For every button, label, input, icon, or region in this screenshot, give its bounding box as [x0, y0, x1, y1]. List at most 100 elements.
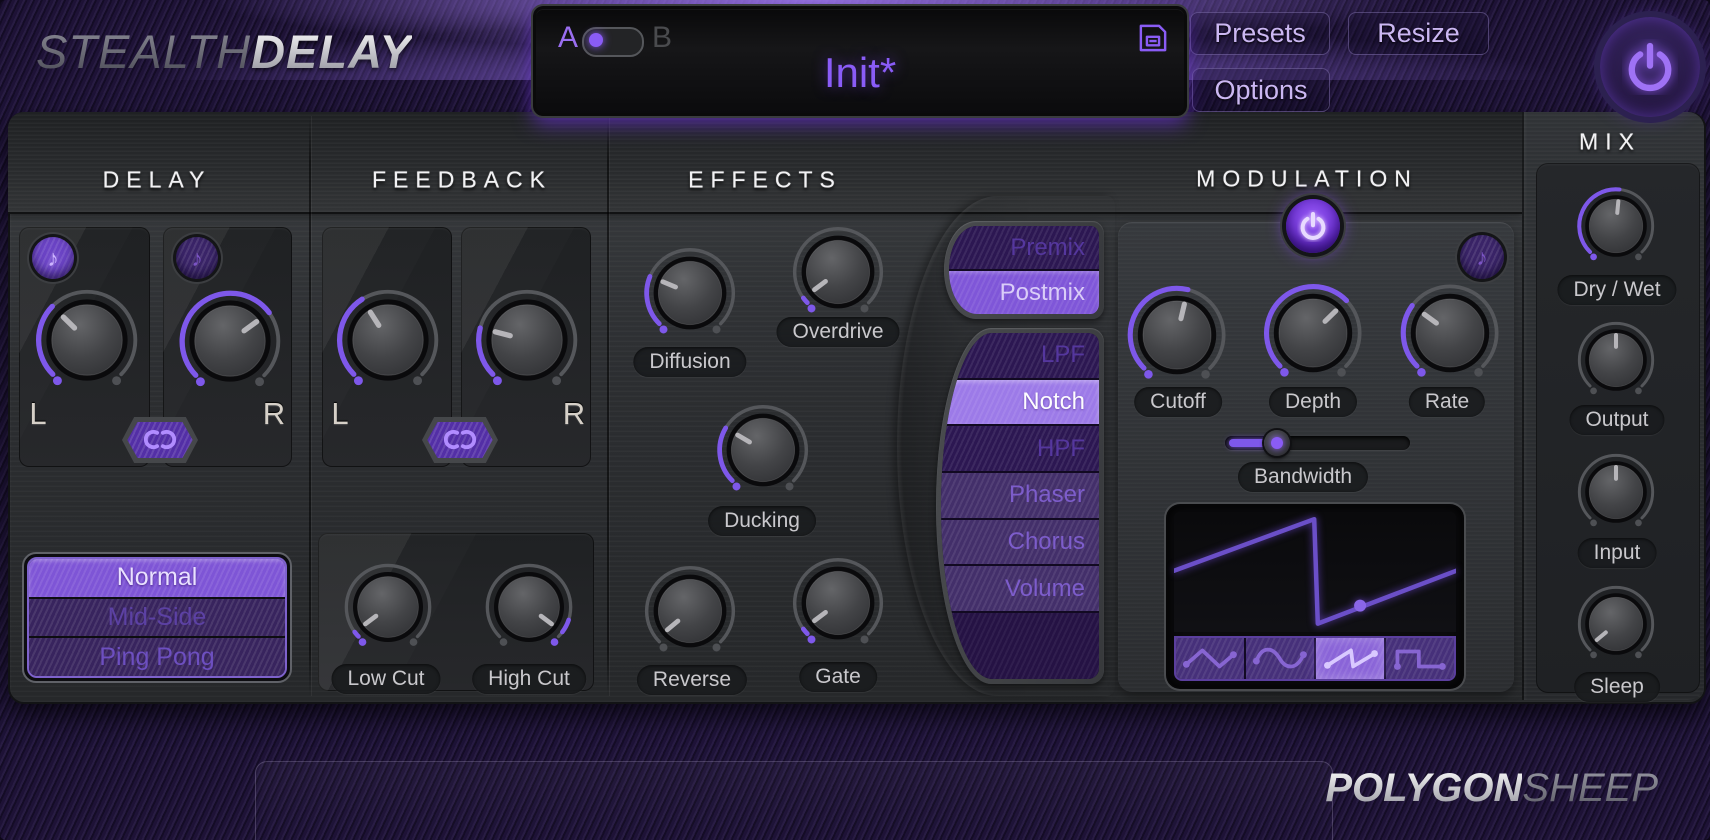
filter-type-selector: LPF Notch HPF Phaser Chorus Volume — [936, 328, 1104, 684]
ducking-label: Ducking — [708, 506, 816, 536]
filter-type-phaser[interactable]: Phaser — [941, 473, 1099, 518]
feedback-left-knob[interactable] — [330, 282, 446, 398]
output-knob[interactable] — [1572, 316, 1660, 404]
sawtooth-wave-icon — [1321, 641, 1379, 676]
modulation-section-title: MODULATION — [1196, 166, 1418, 193]
mix-stage-premix[interactable]: Premix — [949, 226, 1099, 269]
floppy-disk-icon — [1136, 21, 1170, 55]
delay-right-knob[interactable] — [172, 283, 288, 399]
diffusion-label: Diffusion — [633, 347, 746, 377]
overdrive-label: Overdrive — [776, 317, 899, 347]
ducking-knob[interactable] — [711, 398, 815, 502]
low-cut-label: Low Cut — [331, 664, 440, 694]
feedback-right-channel-label: R — [563, 396, 585, 432]
gate-label: Gate — [799, 662, 877, 692]
reverse-label: Reverse — [637, 665, 747, 695]
input-knob[interactable] — [1572, 448, 1660, 536]
high-cut-label: High Cut — [472, 664, 586, 694]
main-power-button[interactable] — [1600, 17, 1700, 117]
modulation-sync-button[interactable]: ♪ — [1460, 235, 1504, 279]
delay-right-channel-label: R — [263, 396, 285, 432]
reverse-knob[interactable] — [638, 559, 742, 663]
feedback-section-title: FEEDBACK — [372, 167, 552, 194]
lfo-shape-square[interactable] — [1386, 638, 1454, 679]
overdrive-knob[interactable] — [786, 220, 890, 324]
lfo-shape-sawtooth[interactable] — [1316, 638, 1384, 679]
delay-mode-ping-pong[interactable]: Ping Pong — [29, 638, 285, 676]
save-preset-button[interactable] — [1136, 21, 1170, 55]
eighth-note-icon: ♪ — [1476, 244, 1488, 271]
delay-left-sync-button[interactable]: ♪ — [32, 237, 74, 279]
triangle-wave-icon — [1181, 641, 1239, 676]
delay-left-knob[interactable] — [29, 282, 145, 398]
low-cut-knob[interactable] — [338, 557, 438, 657]
presets-button[interactable]: Presets — [1190, 12, 1330, 55]
ab-compare-toggle[interactable] — [582, 27, 644, 57]
lfo-shape-triangle[interactable] — [1176, 638, 1244, 679]
preset-name[interactable]: Init* — [824, 49, 896, 97]
filter-type-list: LPF Notch HPF Phaser Chorus Volume — [941, 333, 1099, 679]
footer-panel — [255, 761, 1333, 840]
lfo-waveform-display — [1174, 512, 1456, 632]
eighth-note-icon: ♪ — [47, 245, 59, 272]
app-logo: STEALTHDELAY — [36, 24, 412, 79]
lfo-shape-selector — [1174, 636, 1456, 681]
eighth-note-icon: ♪ — [191, 245, 203, 272]
delay-left-channel-label: L — [29, 396, 46, 432]
resize-button[interactable]: Resize — [1348, 12, 1489, 55]
ab-toggle-dot — [589, 33, 603, 47]
diffusion-knob[interactable] — [638, 241, 742, 345]
section-header-strip — [8, 112, 1522, 214]
filter-type-chorus[interactable]: Chorus — [941, 520, 1099, 565]
depth-label: Depth — [1269, 387, 1357, 417]
mix-section-title: MIX — [1579, 129, 1641, 156]
mix-stage-selector: Premix Postmix — [944, 221, 1104, 319]
brand-logo: POLYGONSHEEP — [1325, 766, 1658, 811]
link-icon — [427, 422, 492, 459]
filter-type-volume[interactable]: Volume — [941, 566, 1099, 611]
modulation-power-button[interactable] — [1286, 199, 1340, 253]
sleep-label: Sleep — [1574, 672, 1660, 702]
dry-wet-knob[interactable] — [1572, 182, 1660, 270]
dry-wet-label: Dry / Wet — [1557, 275, 1676, 305]
filter-type-hpf[interactable]: HPF — [941, 426, 1099, 471]
high-cut-knob[interactable] — [479, 557, 579, 657]
delay-mode-normal[interactable]: Normal — [29, 559, 285, 597]
rate-label: Rate — [1409, 387, 1485, 417]
sleep-knob[interactable] — [1572, 580, 1660, 668]
filter-type-notch[interactable]: Notch — [941, 380, 1099, 425]
mix-stage-postmix[interactable]: Postmix — [949, 271, 1099, 314]
power-icon — [1622, 39, 1678, 95]
plugin-window: STEALTHDELAY A B Init* Presets Resize Op… — [0, 0, 1710, 840]
feedback-right-knob[interactable] — [469, 282, 585, 398]
logo-delay: DELAY — [251, 25, 412, 78]
delay-mode-mid-side[interactable]: Mid-Side — [29, 599, 285, 637]
brand-sheep: SHEEP — [1522, 766, 1658, 810]
bandwidth-slider[interactable] — [1225, 436, 1410, 450]
preset-slot-b-label[interactable]: B — [652, 21, 672, 55]
divider-delay-feedback — [309, 116, 311, 696]
square-wave-icon — [1391, 641, 1449, 676]
cutoff-label: Cutoff — [1134, 387, 1222, 417]
sine-wave-icon — [1251, 641, 1309, 676]
divider-feedback-effects — [607, 116, 609, 696]
effects-section-title: EFFECTS — [688, 167, 842, 194]
rate-knob[interactable] — [1394, 277, 1506, 389]
options-button[interactable]: Options — [1192, 68, 1330, 112]
feedback-link-button[interactable] — [422, 417, 498, 463]
delay-link-button[interactable] — [122, 417, 198, 463]
cutoff-knob[interactable] — [1121, 279, 1233, 391]
brand-polygon: POLYGON — [1325, 766, 1522, 810]
delay-right-sync-button[interactable]: ♪ — [176, 237, 218, 279]
lfo-display-box — [1168, 506, 1462, 687]
logo-stealth: STEALTH — [36, 25, 251, 78]
preset-display: A B Init* — [533, 6, 1187, 116]
link-icon — [127, 422, 192, 459]
feedback-left-channel-label: L — [331, 396, 348, 432]
gate-knob[interactable] — [786, 551, 890, 655]
mix-stage-list: Premix Postmix — [949, 226, 1099, 314]
bandwidth-label: Bandwidth — [1238, 462, 1368, 492]
lfo-shape-sine[interactable] — [1246, 638, 1314, 679]
preset-slot-a-label[interactable]: A — [558, 21, 578, 55]
depth-knob[interactable] — [1257, 277, 1369, 389]
